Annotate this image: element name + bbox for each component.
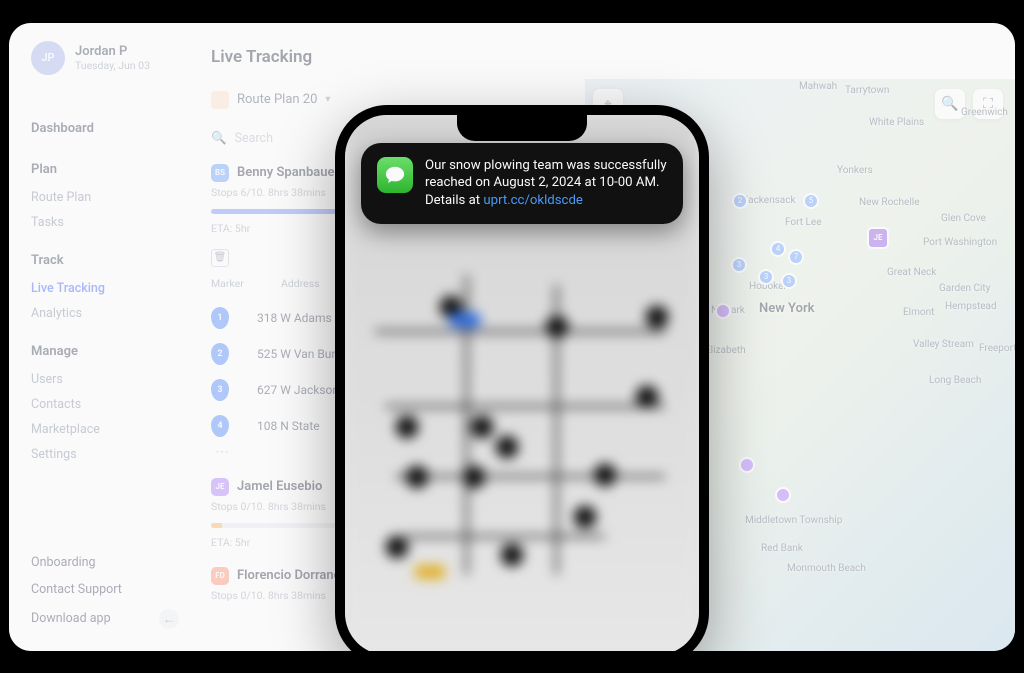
- sidebar: JP Jordan P Tuesday, Jun 03 Dashboard Pl…: [9, 23, 189, 651]
- user-date: Tuesday, Jun 03: [75, 59, 150, 72]
- search-icon: 🔍: [211, 131, 227, 146]
- route-plan-dropdown[interactable]: Route Plan 20 ▾: [211, 91, 330, 109]
- messages-app-icon: [377, 157, 413, 193]
- map-city-label: Glen Cove: [941, 213, 986, 224]
- map-city-label: Tarrytown: [845, 85, 889, 96]
- user-block[interactable]: JP Jordan P Tuesday, Jun 03: [31, 41, 179, 75]
- nav-analytics[interactable]: Analytics: [31, 301, 179, 326]
- map-marker[interactable]: 3: [781, 273, 797, 289]
- driver-name: Benny Spanbauer: [237, 165, 339, 180]
- route-plan-label: Route Plan 20: [237, 92, 317, 107]
- map-city-label: Great Neck: [887, 267, 936, 278]
- nav-section-manage: Manage: [31, 344, 179, 359]
- pin-icon: 1: [211, 307, 229, 329]
- map-city-label: Red Bank: [761, 543, 803, 554]
- map-marker[interactable]: [715, 303, 731, 319]
- map-city-label: Greenwich: [961, 107, 1008, 118]
- phone-notch: [457, 115, 587, 141]
- map-city-label: Monmouth Beach: [787, 563, 866, 574]
- notification-text: Our snow plowing team was successfully r…: [425, 157, 667, 210]
- chevron-down-icon: ▾: [325, 94, 330, 105]
- map-city-label: Garden City: [939, 283, 990, 294]
- nav-dashboard[interactable]: Dashboard: [31, 121, 179, 136]
- nav-contacts[interactable]: Contacts: [31, 392, 179, 417]
- map-marker[interactable]: 2: [732, 193, 748, 209]
- map-city-label: Hempstead: [945, 301, 997, 312]
- map-city-label: Elmont: [903, 307, 934, 318]
- app-window: JP Jordan P Tuesday, Jun 03 Dashboard Pl…: [9, 23, 1015, 651]
- map-marker[interactable]: 3: [758, 269, 774, 285]
- map-marker[interactable]: 3: [731, 257, 747, 273]
- driver-name: Jamel Eusebio: [237, 479, 322, 494]
- map-city-label: Valley Stream: [913, 339, 974, 350]
- map-city-label: Long Beach: [929, 375, 981, 386]
- nav-section-plan: Plan: [31, 162, 179, 177]
- map-marker[interactable]: [739, 457, 755, 473]
- map-city-label: White Plains: [869, 117, 924, 128]
- trash-icon[interactable]: 🗑: [211, 249, 229, 267]
- map-city-label: Mahwah: [799, 81, 837, 92]
- map-marker[interactable]: 4: [770, 241, 786, 257]
- map-city-label: New York: [759, 301, 815, 316]
- route-badge-icon: [211, 91, 229, 109]
- map-city-label: Fort Lee: [785, 217, 822, 228]
- map-city-label: Elizabeth: [705, 345, 746, 356]
- pin-icon: 3: [211, 379, 229, 401]
- map-marker[interactable]: [775, 487, 791, 503]
- nav-contact-support[interactable]: Contact Support: [31, 576, 179, 603]
- nav-users[interactable]: Users: [31, 367, 179, 392]
- map-marker[interactable]: 7: [788, 249, 804, 265]
- map-city-label: Hackensack: [741, 195, 796, 206]
- nav-download-app[interactable]: Download app ←: [31, 603, 179, 635]
- map-city-label: Yonkers: [837, 165, 873, 176]
- map-city-label: Port Washington: [923, 237, 997, 248]
- nav-marketplace[interactable]: Marketplace: [31, 417, 179, 442]
- nav-tasks[interactable]: Tasks: [31, 210, 179, 235]
- page-title: Live Tracking: [211, 47, 1015, 67]
- nav-route-plan[interactable]: Route Plan: [31, 185, 179, 210]
- map-city-label: New Rochelle: [859, 197, 920, 208]
- map-city-label: Freeport: [979, 343, 1015, 354]
- driver-badge: JE: [211, 478, 229, 496]
- phone-mockup: Our snow plowing team was successfully r…: [335, 105, 709, 651]
- nav-live-tracking[interactable]: Live Tracking: [31, 276, 179, 301]
- driver-name: Florencio Dorrance: [237, 568, 347, 583]
- map-marker[interactable]: 5: [803, 193, 819, 209]
- nav-settings[interactable]: Settings: [31, 442, 179, 467]
- pin-icon: 4: [211, 415, 229, 437]
- phone-screen: Our snow plowing team was successfully r…: [345, 115, 699, 651]
- nav-section-track: Track: [31, 253, 179, 268]
- arrow-left-icon: ←: [159, 609, 179, 629]
- driver-marker[interactable]: JE: [867, 227, 889, 249]
- user-name: Jordan P: [75, 44, 150, 59]
- map-city-label: Middletown Township: [745, 515, 842, 526]
- notification-link[interactable]: uprt.cc/okldscde: [483, 193, 583, 208]
- pin-icon: 2: [211, 343, 229, 365]
- driver-badge: FD: [211, 567, 229, 585]
- driver-badge: BS: [211, 164, 229, 182]
- avatar: JP: [31, 41, 65, 75]
- notification-banner[interactable]: Our snow plowing team was successfully r…: [361, 143, 683, 224]
- nav-onboarding[interactable]: Onboarding: [31, 549, 179, 576]
